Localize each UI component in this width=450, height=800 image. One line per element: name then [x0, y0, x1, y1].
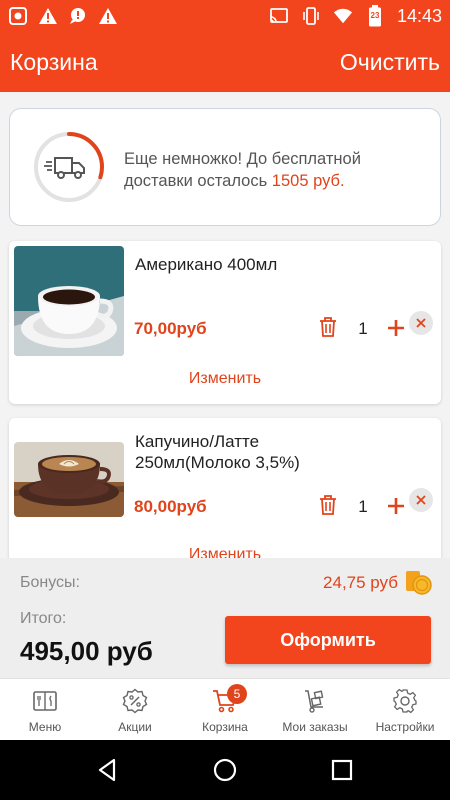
app-bar: Корзина Очистить: [0, 32, 450, 92]
free-delivery-card: Еще немножко! До бесплатной доставки ост…: [9, 108, 441, 226]
wifi-icon: [333, 6, 353, 26]
system-navigation-bar: [0, 740, 450, 800]
nav-item-menu[interactable]: Меню: [0, 679, 90, 740]
discount-icon: [122, 688, 148, 714]
total-value: 495,00 руб: [20, 636, 153, 666]
remove-item-button[interactable]: [409, 488, 433, 512]
bonus-label: Бонусы:: [20, 574, 80, 591]
bonus-value: 24,75 руб: [323, 573, 398, 592]
americano-photo: [14, 246, 124, 356]
cart-item: Капучино/Латте 250мл(Молоко 3,5%) 80,00р…: [9, 418, 441, 558]
nav-label: Меню: [28, 720, 62, 734]
close-icon: [416, 495, 426, 505]
order-summary: Бонусы: 24,75 руб Итого: 495,00 руб Офор…: [0, 558, 450, 678]
clear-cart-button[interactable]: Очистить: [340, 49, 440, 76]
screen-record-icon: [8, 6, 28, 26]
calendar-day: 23: [370, 11, 380, 20]
battery-icon: 23: [365, 5, 385, 27]
plus-icon[interactable]: [385, 495, 407, 517]
item-quantity: 1: [358, 497, 368, 516]
nav-label: Мои заказы: [282, 720, 348, 734]
orders-icon: [305, 690, 324, 713]
plus-icon[interactable]: [385, 317, 407, 339]
home-icon[interactable]: [211, 756, 239, 784]
cart-content[interactable]: Еще немножко! До бесплатной доставки ост…: [0, 92, 450, 558]
delivery-progress-ring: [34, 132, 104, 202]
status-bar: 23 14:43: [0, 0, 450, 32]
warning-icon: [38, 6, 58, 26]
cappuccino-photo: [14, 442, 124, 517]
vibrate-icon: [301, 6, 321, 26]
page-title: Корзина: [10, 48, 98, 75]
bottom-navigation: Меню Акции 5 Корзина Мои заказы Настройк…: [0, 678, 450, 740]
remove-item-button[interactable]: [409, 311, 433, 335]
item-name: Американо 400мл: [135, 255, 278, 274]
gear-icon: [393, 688, 417, 714]
item-price: 80,00руб: [134, 497, 207, 516]
nav-item-settings[interactable]: Настройки: [360, 679, 450, 740]
clock: 14:43: [396, 5, 442, 26]
nav-item-orders[interactable]: Мои заказы: [270, 679, 360, 740]
cart-item: Американо 400мл 70,00руб 1 Изменить: [9, 241, 441, 404]
coin-icon: [406, 571, 432, 595]
menu-book-icon: [33, 691, 57, 711]
item-quantity: 1: [358, 319, 368, 338]
warning-icon: [98, 6, 118, 26]
checkout-button[interactable]: Оформить: [225, 616, 431, 664]
chat-alert-icon: [68, 6, 88, 26]
recents-icon[interactable]: [328, 756, 356, 784]
nav-item-promotions[interactable]: Акции: [90, 679, 180, 740]
trash-icon[interactable]: [316, 315, 340, 339]
edit-item-button[interactable]: Изменить: [9, 546, 441, 558]
cart-count-badge: 5: [227, 684, 247, 704]
truck-icon: [44, 157, 85, 179]
total-label: Итого:: [20, 610, 67, 627]
nav-item-cart[interactable]: 5 Корзина: [180, 679, 270, 740]
cast-icon: [269, 6, 289, 26]
item-name: Капучино/Латте 250мл(Молоко 3,5%): [135, 432, 300, 472]
edit-item-button[interactable]: Изменить: [9, 370, 441, 388]
nav-label: Акции: [118, 720, 152, 734]
delivery-message: Еще немножко! До бесплатной доставки ост…: [124, 148, 424, 192]
delivery-remaining-amount: 1505 руб.: [271, 172, 345, 190]
close-icon: [416, 318, 426, 328]
item-price: 70,00руб: [134, 319, 207, 338]
nav-label: Настройки: [375, 720, 435, 734]
trash-icon[interactable]: [316, 493, 340, 517]
back-icon[interactable]: [94, 756, 122, 784]
nav-label: Корзина: [202, 720, 248, 734]
